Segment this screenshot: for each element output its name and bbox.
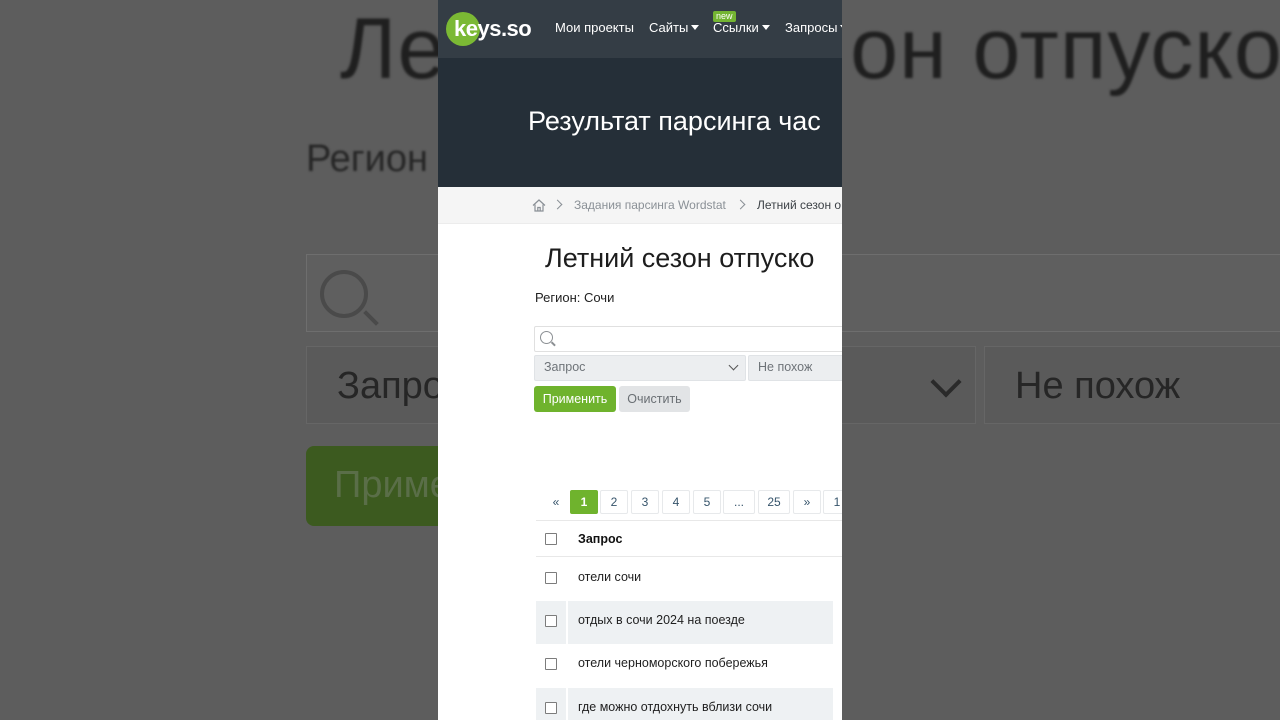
- hero-title: Результат парсинга час: [528, 106, 821, 136]
- row-text-cell: отели черноморского побережья: [568, 644, 833, 687]
- nav-item-label: Сайты: [649, 20, 689, 35]
- search-icon: [540, 331, 553, 344]
- row-check-cell: [536, 644, 566, 687]
- home-icon[interactable]: [532, 199, 546, 212]
- field-select-value: Запрос: [544, 360, 586, 374]
- pagination-page-1[interactable]: 1: [570, 490, 598, 514]
- caret-down-icon: [691, 25, 700, 30]
- bg-condition-select: Не похож: [984, 346, 1280, 424]
- query-text: отдых в сочи 2024 на поезде: [578, 613, 745, 627]
- keys-so-logo[interactable]: keys.so: [446, 12, 536, 46]
- query-text: отели черноморского побережья: [578, 656, 768, 670]
- pagination-page-4[interactable]: 4: [662, 490, 690, 514]
- pagination-page-25[interactable]: 25: [758, 490, 790, 514]
- bg-chevron-down-icon: [930, 366, 962, 398]
- nav-item-label: Ссылки: [713, 20, 759, 35]
- caret-down-icon: [761, 25, 770, 30]
- table-row: отели сочи: [536, 557, 842, 600]
- pagination-page-2[interactable]: 2: [600, 490, 628, 514]
- row-text-cell: отели сочи: [568, 557, 833, 600]
- table-row: где можно отдохнуть вблизи сочи: [536, 688, 842, 720]
- column-header-query[interactable]: Запрос: [578, 532, 622, 546]
- row-checkbox[interactable]: [545, 658, 557, 670]
- nav-item-sites[interactable]: Сайты: [649, 20, 700, 35]
- breadcrumb-link-wordstat-tasks[interactable]: Задания парсинга Wordstat: [574, 198, 726, 212]
- chevron-down-icon: [728, 360, 739, 371]
- nav-item-label: Запросы: [785, 20, 838, 35]
- pagination-next[interactable]: »: [793, 490, 821, 514]
- breadcrumb-separator-icon: [552, 199, 563, 210]
- table-header-row: Запрос: [536, 520, 842, 557]
- pagination-ellipsis: ...: [723, 490, 755, 514]
- breadcrumb-current: Летний сезон о: [757, 198, 842, 212]
- row-check-cell: [536, 557, 566, 600]
- hero-banner: Результат парсинга час: [438, 58, 842, 187]
- region-label: Регион: Сочи: [535, 290, 615, 305]
- logo-text: keys.so: [454, 16, 532, 41]
- bg-search-icon: [320, 270, 368, 318]
- pagination-prev[interactable]: «: [542, 490, 570, 514]
- row-checkbox[interactable]: [545, 572, 557, 584]
- row-check-cell: [536, 688, 566, 720]
- nav-item-my-projects[interactable]: Мои проекты: [555, 20, 634, 35]
- query-text: отели сочи: [578, 570, 642, 584]
- top-navbar: keys.so Мои проекты Сайты new Ссылки Зап…: [438, 0, 842, 58]
- nav-item-label: Мои проекты: [555, 20, 634, 35]
- row-checkbox[interactable]: [545, 615, 557, 627]
- pagination-page-3[interactable]: 3: [631, 490, 659, 514]
- query-text: где можно отдохнуть вблизи сочи: [578, 700, 773, 714]
- clear-button[interactable]: Очистить: [619, 386, 690, 412]
- page-viewport: keys.so Мои проекты Сайты new Ссылки Зап…: [438, 0, 842, 720]
- row-check-cell: [536, 601, 566, 644]
- nav-item-links[interactable]: Ссылки: [713, 20, 770, 35]
- search-input[interactable]: [534, 326, 842, 352]
- condition-select-value: Не похож: [758, 360, 813, 374]
- pagination-last[interactable]: 1: [823, 490, 842, 514]
- header-text-cell: Запрос: [568, 521, 833, 556]
- table-row: отели черноморского побережья: [536, 644, 842, 687]
- apply-button[interactable]: Применить: [534, 386, 616, 412]
- pagination-page-5[interactable]: 5: [693, 490, 721, 514]
- condition-select[interactable]: Не похож: [748, 355, 842, 381]
- table-row: отдых в сочи 2024 на поезде: [536, 601, 842, 644]
- breadcrumb: Задания парсинга Wordstat Летний сезон о: [438, 187, 842, 224]
- page-title: Летний сезон отпуско: [545, 243, 815, 273]
- bg-region-fragment: Регион: [306, 138, 429, 180]
- row-checkbox[interactable]: [545, 702, 557, 714]
- caret-down-icon: [840, 25, 842, 30]
- header-check-cell: [536, 521, 566, 556]
- field-select[interactable]: Запрос: [534, 355, 746, 381]
- breadcrumb-separator-icon: [735, 199, 746, 210]
- select-all-checkbox[interactable]: [545, 533, 557, 545]
- nav-item-queries[interactable]: Запросы: [785, 20, 842, 35]
- row-text-cell: где можно отдохнуть вблизи сочи: [568, 688, 833, 720]
- row-text-cell: отдых в сочи 2024 на поезде: [568, 601, 833, 644]
